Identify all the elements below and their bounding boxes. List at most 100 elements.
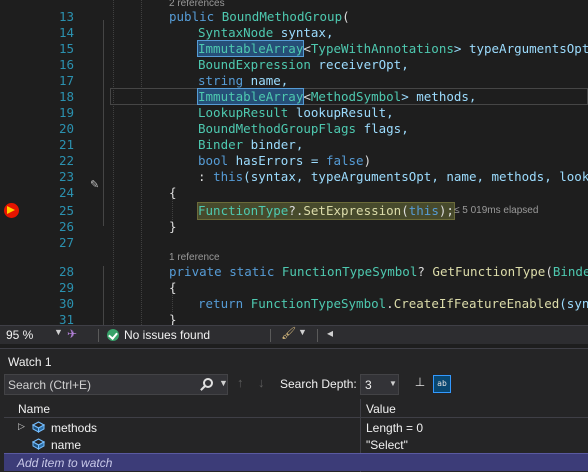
watch-toolbar: ▼ ↑ ↓ Search Depth: 3 ▼ ⊥ ab (0, 374, 588, 396)
expand-arrow-icon[interactable]: ▷ (18, 421, 25, 432)
grid-header: Name Value (4, 399, 588, 418)
watch-row[interactable]: name "Select" (4, 436, 588, 453)
chevron-down-icon[interactable]: ▼ (54, 327, 63, 337)
code-text: ImmutableArray<MethodSymbol> methods, (196, 88, 477, 105)
code-line: 26 } (0, 219, 588, 235)
line-number: 25 (58, 203, 74, 218)
issues-status[interactable]: No issues found (124, 328, 210, 342)
chevron-down-icon: ▼ (389, 379, 397, 388)
code-text: ImmutableArray<TypeWithAnnotations> type… (196, 40, 588, 57)
code-text: bool hasErrors = false) (198, 153, 372, 168)
line-number: 26 (58, 219, 74, 234)
line-number: 21 (58, 137, 74, 152)
divider (98, 329, 99, 342)
watch-name[interactable]: methods (51, 421, 97, 435)
code-line: 13 public BoundMethodGroup( (0, 9, 588, 25)
code-text: { (169, 280, 177, 295)
column-header-value[interactable]: Value (366, 402, 396, 416)
watch-window-title[interactable]: Watch 1 (8, 355, 52, 369)
search-depth-value: 3 (365, 378, 372, 392)
code-text: { (169, 185, 177, 200)
code-line: 17 string name, (0, 73, 588, 89)
search-box[interactable]: ▼ (4, 374, 228, 395)
code-text: : this(syntax, typeArgumentsOpt, name, m… (198, 169, 588, 184)
search-icon[interactable] (203, 378, 213, 388)
zoom-level[interactable]: 95 % (6, 328, 33, 342)
line-number: 28 (58, 264, 74, 279)
search-depth-label: Search Depth: (280, 377, 357, 391)
code-text: Binder binder, (198, 137, 304, 152)
code-text: SyntaxNode syntax, (198, 25, 334, 40)
code-line: 20 BoundMethodGroupFlags flags, (0, 121, 588, 137)
line-number: 22 (58, 153, 74, 168)
arrow-up-icon[interactable]: ↑ (237, 375, 244, 390)
code-line: 31 } (0, 312, 588, 325)
code-line: 22 bool hasErrors = false) (0, 153, 588, 169)
code-text: BoundExpression receiverOpt, (198, 57, 409, 72)
divider (317, 329, 318, 342)
code-line: 14 SyntaxNode syntax, (0, 25, 588, 41)
watch-row[interactable]: ▷ methods Length = 0 (4, 419, 588, 436)
line-number: 15 (58, 41, 74, 56)
line-number: 29 (58, 280, 74, 295)
line-number: 17 (58, 73, 74, 88)
column-header-name[interactable]: Name (18, 402, 50, 416)
line-number: 24 (58, 185, 74, 200)
code-line: 23 : this(syntax, typeArgumentsOpt, name… (0, 169, 588, 185)
code-line: 29 { (0, 280, 588, 296)
line-number: 20 (58, 121, 74, 136)
code-line: 19 LookupResult lookupResult, (0, 105, 588, 121)
watch-value[interactable]: Length = 0 (366, 421, 423, 435)
chevron-down-icon[interactable]: ▼ (219, 378, 228, 388)
code-line: 21 Binder binder, (0, 137, 588, 153)
perf-tip-elapsed[interactable]: ≤ 5 019ms elapsed (454, 203, 538, 219)
code-text: LookupResult lookupResult, (198, 105, 394, 120)
code-line: 16 BoundExpression receiverOpt, (0, 57, 588, 73)
code-line: 30 return FunctionTypeSymbol.CreateIfFea… (0, 296, 588, 312)
arrow-down-icon[interactable]: ↓ (258, 375, 265, 390)
code-text: BoundMethodGroupFlags flags, (198, 121, 409, 136)
add-item-to-watch[interactable]: Add item to watch (17, 456, 112, 470)
editor-status-bar: 95 % ▼ ✈ No issues found 🖌 ▼ ◂ (0, 325, 588, 344)
code-line-current: 25 FunctionType?.SetExpression(this); ≤ … (0, 202, 588, 220)
check-circle-icon[interactable] (107, 329, 119, 341)
code-line: 27 (0, 235, 588, 251)
search-depth-select[interactable]: 3 ▼ (360, 374, 399, 395)
line-number: 18 (58, 89, 74, 104)
line-number: 19 (58, 105, 74, 120)
search-input[interactable] (8, 376, 198, 393)
code-line: 18 ✎ ImmutableArray<MethodSymbol> method… (0, 88, 588, 191)
chevron-down-icon[interactable]: ▼ (298, 327, 307, 337)
code-cleanup-icon[interactable]: 🖌 (281, 326, 296, 340)
code-line: 15 ImmutableArray<TypeWithAnnotations> t… (0, 40, 588, 57)
code-text: private static FunctionTypeSymbol? GetFu… (169, 264, 588, 279)
line-number: 14 (58, 25, 74, 40)
code-text: string name, (198, 73, 289, 88)
code-text: public BoundMethodGroup( (169, 9, 350, 24)
code-text: return FunctionTypeSymbol.CreateIfFeatur… (198, 296, 588, 311)
variable-field-icon (32, 421, 45, 433)
watch-value[interactable]: "Select" (366, 438, 408, 452)
codelens-references[interactable]: 1 reference (169, 252, 220, 264)
code-text: } (169, 312, 177, 325)
line-number: 30 (58, 296, 74, 311)
add-watch-row[interactable]: Add item to watch (4, 453, 588, 471)
line-number: 31 (58, 312, 74, 325)
pin-icon[interactable]: ⊥ (411, 375, 429, 393)
line-number: 27 (58, 235, 74, 250)
code-text: } (169, 219, 177, 234)
watch-window: Watch 1 ▼ ↑ ↓ Search Depth: 3 ▼ ⊥ ab Nam… (0, 348, 588, 472)
line-number: 13 (58, 9, 74, 24)
watch-grid: Name Value ▷ methods Length = 0 name "Se… (4, 399, 588, 472)
code-editor[interactable]: 2 references 13 public BoundMethodGroup(… (0, 0, 588, 325)
hexadecimal-display-icon[interactable]: ab (433, 375, 451, 393)
extension-icon[interactable]: ✈ (67, 327, 77, 341)
line-number: 23 (58, 169, 74, 184)
code-line: 28 private static FunctionTypeSymbol? Ge… (0, 264, 588, 280)
scroll-left-icon[interactable]: ◂ (327, 326, 333, 340)
divider (270, 329, 271, 342)
current-statement: FunctionType?.SetExpression(this); (197, 202, 455, 220)
line-number: 16 (58, 57, 74, 72)
variable-field-icon (32, 438, 45, 450)
watch-name[interactable]: name (51, 438, 81, 452)
